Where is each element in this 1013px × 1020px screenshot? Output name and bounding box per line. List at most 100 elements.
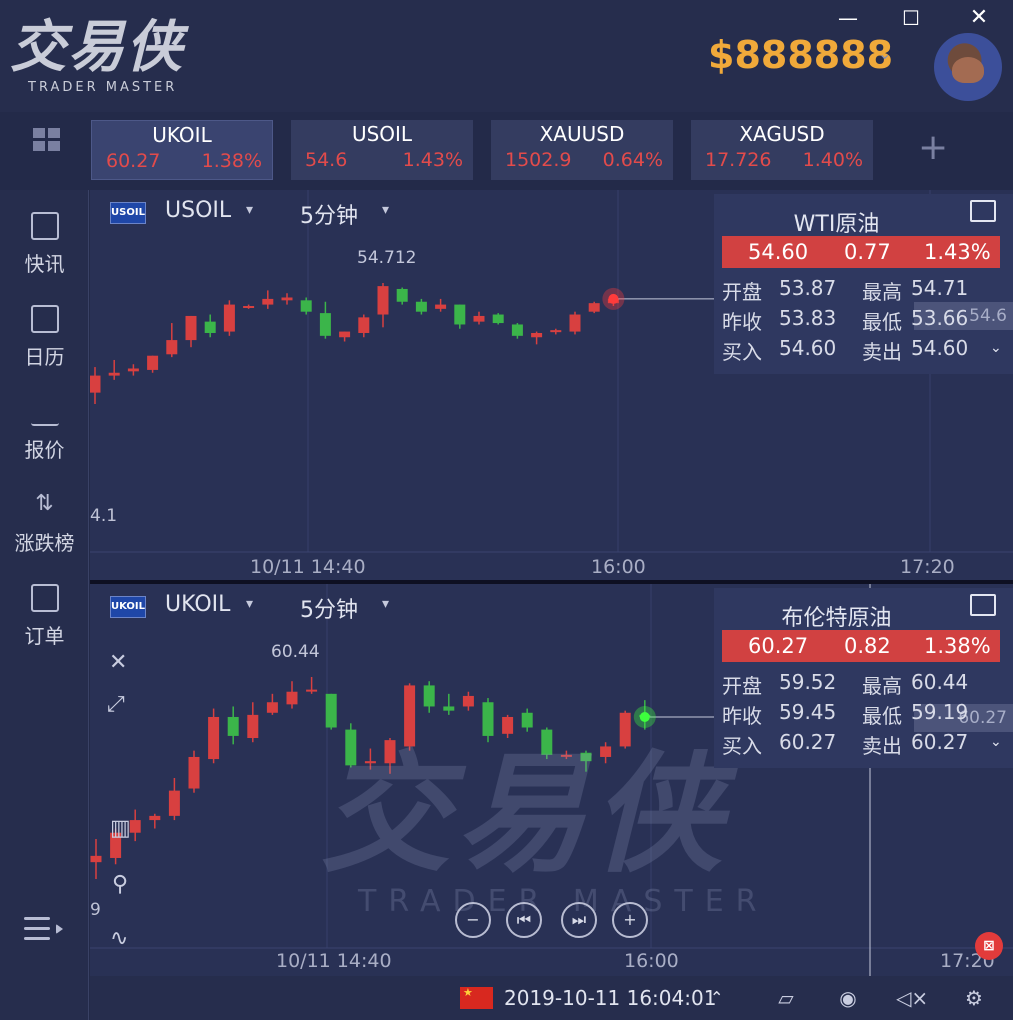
candle-body	[377, 286, 389, 315]
china-flag-icon	[460, 986, 493, 1009]
symbol-selector[interactable]: UKOIL	[165, 592, 230, 617]
timeframe-selector[interactable]: 5分钟	[300, 592, 358, 624]
menu-icon[interactable]	[24, 917, 64, 947]
candle-body	[358, 317, 370, 333]
drawing-compass-icon[interactable]: ⚲	[112, 872, 128, 897]
ticker-usoil[interactable]: USOIL 54.6 1.43%	[291, 120, 473, 180]
user-avatar[interactable]	[934, 33, 1002, 101]
sidebar-item-quotes[interactable]: 报价	[0, 398, 89, 463]
instrument-name: WTI原油	[793, 212, 880, 237]
ticker-price: 17.726	[705, 149, 772, 171]
chevron-down-icon[interactable]: ▾	[246, 202, 253, 218]
zoom-in-button[interactable]: +	[612, 902, 648, 938]
alert-icon[interactable]: ⊠	[975, 932, 1003, 960]
candle-body	[339, 331, 351, 338]
open-label: 开盘	[722, 280, 762, 304]
indicator-icon[interactable]: ▥	[110, 816, 131, 841]
sidebar-item-news[interactable]: 快讯	[0, 212, 89, 277]
sidebar-item-ranking[interactable]: ⇅ 涨跌榜	[0, 491, 89, 556]
x-axis-label: 16:00	[624, 950, 679, 972]
ticker-price: 60.27	[106, 150, 161, 172]
high-label: 最高	[862, 280, 902, 304]
prev-close-label: 昨收	[722, 310, 762, 334]
close-tools-icon[interactable]: ✕	[109, 650, 127, 675]
fullscreen-icon[interactable]: ⤢	[107, 692, 125, 717]
bid-label: 买入	[722, 734, 762, 758]
ask-value: 54.60	[911, 336, 969, 360]
last-price-dot	[608, 293, 619, 304]
chevron-down-icon[interactable]: ⌄	[878, 44, 891, 63]
x-axis-label: 16:00	[591, 556, 646, 578]
ticker-change: 1.38%	[201, 150, 262, 172]
high-label: 最高	[862, 674, 902, 698]
chevron-down-icon[interactable]: ▾	[382, 596, 389, 612]
ask-label: 卖出	[862, 734, 902, 758]
sidebar-item-calendar[interactable]: 日历	[0, 305, 89, 370]
order-icon	[30, 584, 59, 612]
ticker-xauusd[interactable]: XAUUSD 1502.9 0.64%	[491, 120, 673, 180]
ticker-price: 54.6	[305, 149, 348, 171]
symbol-selector[interactable]: USOIL	[165, 198, 231, 223]
add-ticker-button[interactable]: +	[918, 128, 948, 168]
mute-icon[interactable]: ◁×	[896, 986, 928, 1010]
ticker-xagusd[interactable]: XAGUSD 17.726 1.40%	[691, 120, 873, 180]
calendar-icon	[30, 305, 59, 333]
close-button[interactable]: ✕	[965, 6, 993, 30]
layout-icon[interactable]: ▱	[772, 986, 800, 1010]
candle-body	[208, 716, 220, 760]
candle-body	[166, 340, 178, 355]
app-logo: 交易侠 TRADER MASTER	[10, 18, 200, 98]
ticker-symbol: USOIL	[351, 122, 413, 146]
high-annotation: 54.712	[357, 248, 417, 268]
candle-body	[247, 714, 259, 739]
ticker-symbol: XAUUSD	[539, 122, 625, 146]
sidebar-item-label: 快讯	[24, 252, 65, 276]
bid-value: 54.60	[779, 336, 837, 360]
candle-body	[286, 691, 298, 705]
symbol-badge: UKOIL	[110, 596, 146, 618]
ticker-change: 1.40%	[802, 149, 863, 171]
bid-label: 买入	[722, 340, 762, 364]
camera-icon[interactable]: ◉	[834, 986, 862, 1010]
minimize-button[interactable]: —	[834, 6, 862, 30]
candle-body	[531, 332, 543, 338]
chart-panel-ukoil[interactable]: 交易侠 TRADER MASTER UKOIL UKOIL ▾ 5分钟 ▾ 60…	[90, 584, 1013, 976]
ticker-ukoil[interactable]: UKOIL 60.27 1.38%	[91, 120, 273, 180]
gear-icon[interactable]: ⚙	[960, 986, 988, 1010]
candle-body	[511, 324, 523, 336]
prev-close-value: 59.45	[779, 700, 837, 724]
candle-body	[550, 330, 562, 333]
candle-body	[443, 706, 455, 711]
y-axis-label: 9	[90, 900, 101, 920]
candle-body	[227, 716, 239, 736]
sidebar-item-orders[interactable]: 订单	[0, 584, 89, 649]
candle-body	[266, 702, 278, 713]
grid-view-icon[interactable]	[33, 128, 63, 154]
timeframe-selector[interactable]: 5分钟	[300, 198, 358, 230]
chevron-down-icon[interactable]: ⌄	[990, 340, 1002, 356]
prev-close-label: 昨收	[722, 704, 762, 728]
price-bar: 54.60 0.77 1.43%	[722, 236, 1000, 268]
step-back-button[interactable]: ⏮	[506, 902, 542, 938]
chevron-down-icon[interactable]: ⌄	[990, 734, 1002, 750]
candle-body	[300, 300, 312, 312]
low-label: 最低	[862, 704, 902, 728]
chart-panel-usoil[interactable]: USOIL USOIL ▾ 5分钟 ▾ 54.712 4.1 10/11 14:…	[90, 190, 1013, 580]
server-datetime: 2019-10-11 16:04:01	[504, 986, 717, 1010]
price-change-pct: 1.43%	[924, 240, 991, 264]
waveform-icon[interactable]: ∿	[110, 926, 128, 951]
last-price: 60.27	[748, 634, 809, 658]
maximize-button[interactable]: ☐	[897, 6, 925, 30]
sidebar: 快讯 日历 报价 ⇅ 涨跌榜 订单	[0, 190, 89, 1020]
rewind-button[interactable]: −	[455, 902, 491, 938]
status-bar: 2019-10-11 16:04:01 ⌃ ▱ ◉ ◁× ⚙	[90, 976, 1013, 1020]
chevron-down-icon[interactable]: ▾	[246, 596, 253, 612]
expand-panel-icon[interactable]	[970, 200, 996, 222]
chevron-down-icon[interactable]: ▾	[382, 202, 389, 218]
account-balance[interactable]: $888888	[708, 33, 893, 77]
ticker-change: 0.64%	[602, 149, 663, 171]
step-forward-button[interactable]: ⏭	[561, 902, 597, 938]
expand-panel-icon[interactable]	[970, 594, 996, 616]
candle-body	[325, 693, 337, 728]
chevron-up-icon[interactable]: ⌃	[710, 988, 723, 1007]
